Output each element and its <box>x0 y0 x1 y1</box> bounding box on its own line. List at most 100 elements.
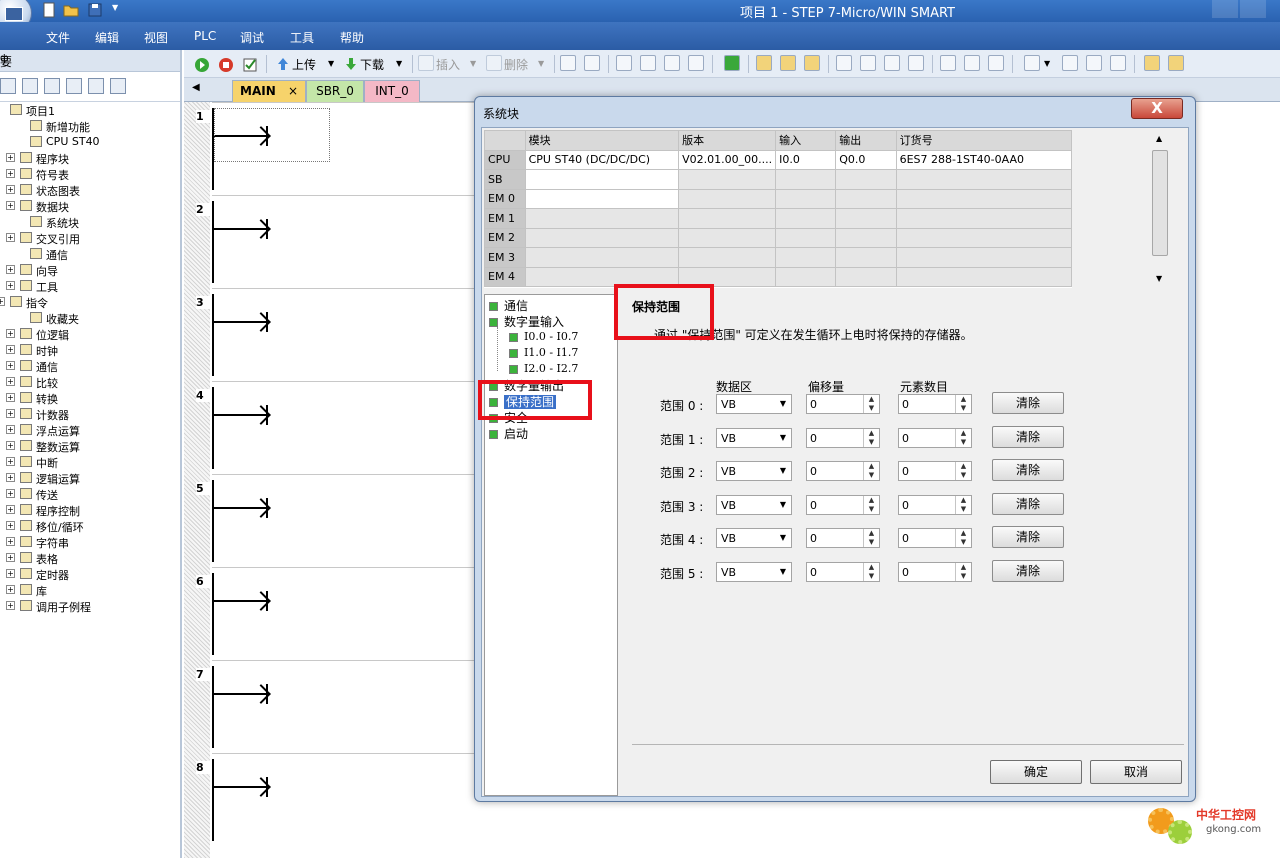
nav-i2[interactable]: I2.0 - I2.7 <box>509 362 578 375</box>
open-folder-icon[interactable] <box>62 1 80 19</box>
data-area-select[interactable]: VB ▼ <box>716 562 792 582</box>
tree-item[interactable]: 新增功能 <box>0 118 180 134</box>
insert-button[interactable]: 插入 <box>436 56 460 73</box>
expand-icon[interactable]: + <box>6 361 15 370</box>
redo-icon[interactable] <box>664 55 680 71</box>
nav-i0[interactable]: I0.0 - I0.7 <box>509 330 578 343</box>
branch-icon[interactable] <box>836 55 852 71</box>
page-icon[interactable] <box>66 78 82 94</box>
line-right-icon[interactable] <box>908 55 924 71</box>
spinner-arrows-icon[interactable]: ▲ ▼ <box>955 428 971 447</box>
undo-icon[interactable] <box>640 55 656 71</box>
table-cell[interactable] <box>524 227 680 248</box>
delete-button[interactable]: 删除 <box>504 56 528 73</box>
ladder-network[interactable]: 8 <box>184 753 474 847</box>
tree-item[interactable]: + 比较 <box>0 374 180 390</box>
tree-item[interactable]: + 程序控制 <box>0 502 180 518</box>
bookmark-icon[interactable] <box>804 55 820 71</box>
tree-item[interactable]: + 字符串 <box>0 534 180 550</box>
nav-i1[interactable]: I1.0 - I1.7 <box>509 346 578 359</box>
tree-item[interactable]: + 定时器 <box>0 566 180 582</box>
box-instruction-icon[interactable] <box>988 55 1004 71</box>
expand-icon[interactable]: + <box>6 169 15 178</box>
expand-icon[interactable]: + <box>6 329 15 338</box>
computer-icon[interactable] <box>110 78 126 94</box>
tree-item[interactable]: + 中断 <box>0 454 180 470</box>
table-row[interactable]: EM 4 <box>484 266 1073 287</box>
element-count-spinner[interactable]: 0 ▲ ▼ <box>898 461 972 482</box>
table-cell[interactable] <box>775 266 837 287</box>
table-cell[interactable] <box>524 188 680 209</box>
table-cell[interactable] <box>678 208 777 229</box>
tab-scroll-left-icon[interactable]: ◀ <box>192 82 200 93</box>
box-icon[interactable] <box>616 55 632 71</box>
tab-int[interactable]: INT_0 <box>364 80 420 102</box>
table-cell[interactable] <box>895 227 1073 248</box>
nav-digital-input[interactable]: 数字量输入 <box>489 313 564 330</box>
tree-item[interactable]: + 时钟 <box>0 342 180 358</box>
chevron-down-icon[interactable]: ▼ <box>775 429 791 447</box>
expand-icon[interactable]: + <box>6 265 15 274</box>
insert-icon[interactable] <box>418 55 434 71</box>
table-row[interactable]: EM 3 <box>484 247 1073 268</box>
contact-icon[interactable] <box>940 55 956 71</box>
expand-icon[interactable]: + <box>6 553 15 562</box>
cancel-button[interactable]: 取消 <box>1090 760 1182 784</box>
expand-icon[interactable]: + <box>6 473 15 482</box>
spinner-arrows-icon[interactable]: ▲ ▼ <box>863 395 879 413</box>
stop-icon[interactable] <box>218 55 234 73</box>
download-dropdown-icon[interactable]: ▼ <box>396 59 402 68</box>
upload-icon[interactable] <box>276 55 290 73</box>
table-cell[interactable]: 6ES7 288-1ST40-0AA0 <box>895 149 1073 170</box>
lock-icon[interactable] <box>756 55 772 71</box>
expand-icon[interactable]: + <box>6 521 15 530</box>
tree-item[interactable]: + 数据块 <box>0 198 180 214</box>
offset-spinner[interactable]: 0 ▲ ▼ <box>806 461 880 482</box>
data-area-select[interactable]: VB ▼ <box>716 394 792 414</box>
tree-item[interactable]: CPU ST40 <box>0 134 180 150</box>
offset-spinner[interactable]: 0 ▲ ▼ <box>806 562 880 582</box>
network-toggle-icon[interactable] <box>584 55 600 71</box>
maximize-button[interactable] <box>1240 0 1266 18</box>
tree-item[interactable]: + 位逻辑 <box>0 326 180 342</box>
element-count-spinner[interactable]: 0 ▲ ▼ <box>898 394 972 414</box>
tree-item[interactable]: 项目1 <box>0 102 180 118</box>
options-icon[interactable] <box>1168 55 1184 71</box>
expand-icon[interactable]: + <box>6 233 15 242</box>
tree-item[interactable]: + 状态图表 <box>0 182 180 198</box>
ok-button[interactable]: 确定 <box>990 760 1082 784</box>
expand-icon[interactable]: + <box>6 441 15 450</box>
network-icon[interactable] <box>560 55 576 71</box>
expand-icon[interactable]: + <box>6 585 15 594</box>
tree-item[interactable]: + 浮点运算 <box>0 422 180 438</box>
table-icon[interactable] <box>22 78 38 94</box>
symbol-dropdown-icon[interactable]: ▼ <box>1044 59 1050 68</box>
offset-spinner[interactable]: 0 ▲ ▼ <box>806 427 880 448</box>
chevron-down-icon[interactable]: ▼ <box>775 563 791 581</box>
element-count-spinner[interactable]: 0 ▲ ▼ <box>898 528 972 549</box>
spinner-arrows-icon[interactable]: ▲ ▼ <box>955 495 971 514</box>
expand-icon[interactable]: + <box>6 457 15 466</box>
expand-icon[interactable]: + <box>6 537 15 546</box>
minimize-button[interactable] <box>1212 0 1238 18</box>
module-table-scrollbar[interactable]: ▲ ▼ <box>1146 130 1186 288</box>
ladder-editor[interactable]: 1 2 3 4 5 6 7 8 <box>184 102 474 858</box>
menu-file[interactable]: 文件 <box>46 29 70 46</box>
clear-button[interactable]: 清除 <box>992 459 1064 482</box>
data-area-select[interactable]: VB ▼ <box>716 461 792 482</box>
table-cell[interactable] <box>775 188 837 209</box>
table-row[interactable]: EM 2 <box>484 227 1073 248</box>
line-up-icon[interactable] <box>884 55 900 71</box>
table-cell[interactable] <box>835 208 897 229</box>
pin-icon[interactable]: ф <box>0 53 174 64</box>
element-count-spinner[interactable]: 0 ▲ ▼ <box>898 562 972 582</box>
tree-item[interactable]: + 整数运算 <box>0 438 180 454</box>
save-icon[interactable] <box>86 1 104 19</box>
table-cell[interactable] <box>895 247 1073 268</box>
quick-access-dropdown-icon[interactable]: ▼ <box>112 3 118 12</box>
data-area-select[interactable]: VB ▼ <box>716 427 792 448</box>
tab-sbr[interactable]: SBR_0 <box>306 80 364 102</box>
comment-icon[interactable] <box>1110 55 1126 71</box>
ladder-network[interactable]: 6 <box>184 567 474 661</box>
expand-icon[interactable]: + <box>6 185 15 194</box>
